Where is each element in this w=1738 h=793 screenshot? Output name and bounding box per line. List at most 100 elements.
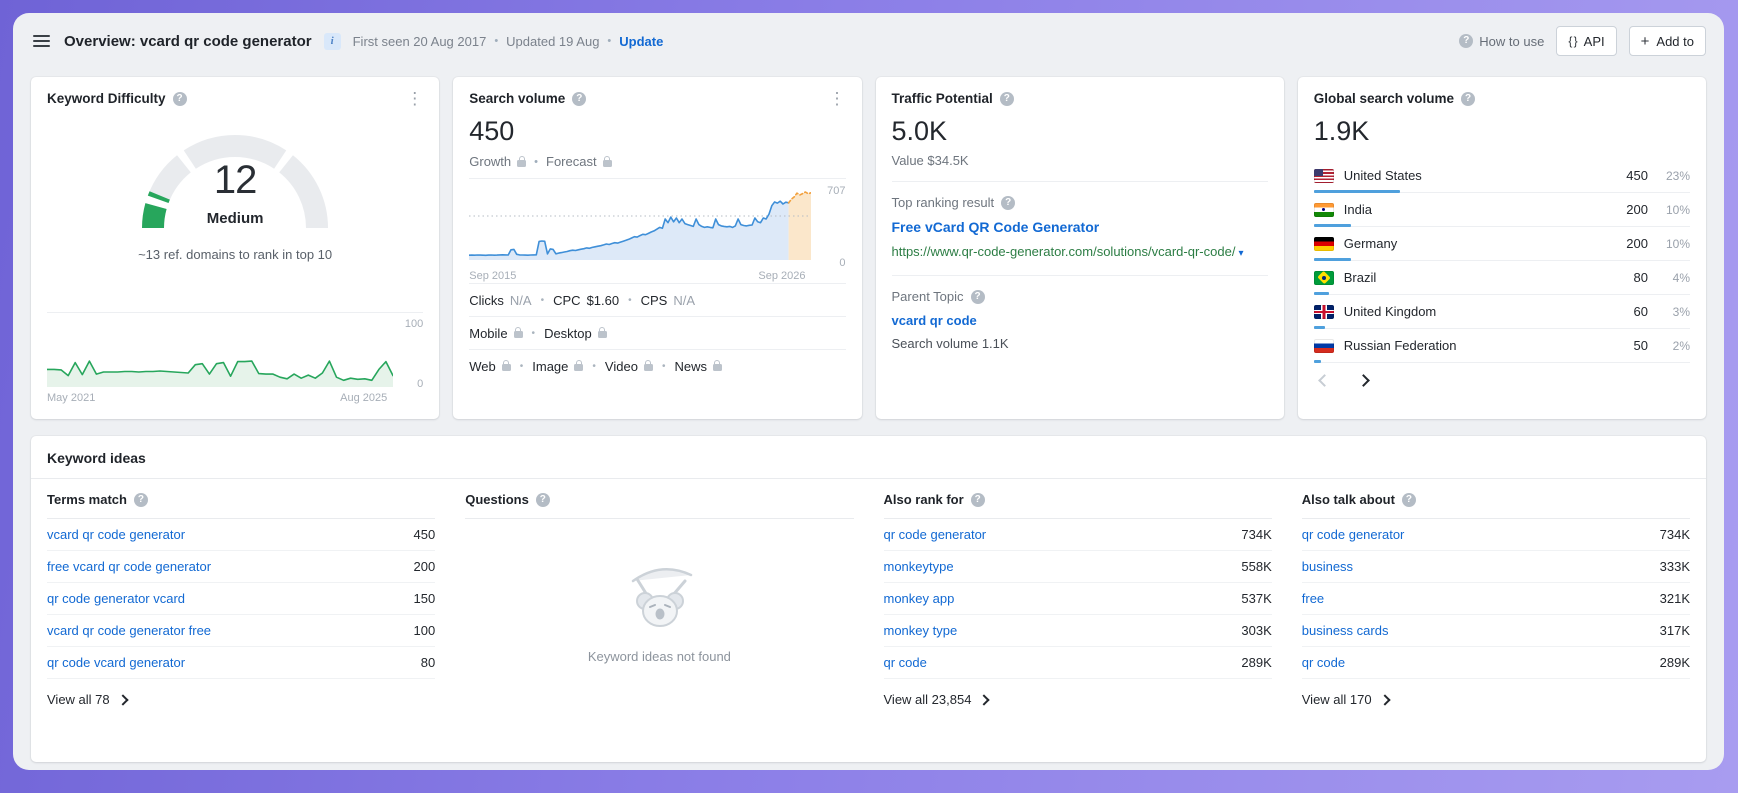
country-name: Germany: [1344, 236, 1397, 251]
add-to-button[interactable]: + Add to: [1629, 26, 1706, 56]
lock-icon: [713, 364, 722, 371]
help-icon[interactable]: ?: [134, 493, 148, 507]
hamburger-menu-icon[interactable]: [31, 31, 52, 51]
search-volume-chart: 707 0 Sep 2015 Sep 2026: [469, 178, 845, 283]
cps-label: CPS: [641, 293, 668, 308]
bullet-separator: •: [520, 361, 524, 372]
keyword-row: monkeytype 558K: [884, 551, 1272, 583]
keyword-link[interactable]: free: [1302, 591, 1324, 606]
y-axis-max: 707: [827, 185, 845, 197]
global-search-volume-value: 1.9K: [1314, 116, 1690, 147]
lock-icon: [517, 160, 526, 167]
card-title-row: Keyword Difficulty ?: [47, 91, 423, 106]
update-link[interactable]: Update: [619, 34, 663, 49]
column-header-label: Also rank for: [884, 492, 964, 507]
country-volume: 200: [1610, 236, 1648, 251]
country-volume: 60: [1610, 304, 1648, 319]
view-all-label: View all 170: [1302, 692, 1372, 707]
parent-topic-link[interactable]: vcard qr code: [892, 313, 1268, 328]
metric-cards-row: Keyword Difficulty ? ⋮ 12 Medium ~13 ref…: [13, 69, 1724, 419]
country-volume: 200: [1610, 202, 1648, 217]
keyword-volume: 80: [421, 655, 435, 670]
column-header-label: Also talk about: [1302, 492, 1395, 507]
country-row: India 200 10%: [1314, 193, 1690, 227]
keyword-link[interactable]: qr code: [1302, 655, 1345, 670]
chevron-right-icon: [979, 694, 990, 705]
help-icon[interactable]: ?: [1461, 92, 1475, 106]
growth-toggle[interactable]: Growth: [469, 154, 526, 169]
keyword-link[interactable]: qr code: [884, 655, 927, 670]
kebab-menu-icon[interactable]: ⋮: [400, 87, 429, 111]
keyword-link[interactable]: business cards: [1302, 623, 1389, 638]
web-label: Web: [469, 359, 496, 374]
country-row: United States 450 23%: [1314, 159, 1690, 193]
keyword-volume: 734K: [1241, 527, 1271, 542]
empty-state-text: Keyword ideas not found: [588, 649, 731, 664]
country-name: India: [1344, 202, 1372, 217]
keyword-link[interactable]: qr code generator vcard: [47, 591, 185, 606]
divider: [892, 181, 1268, 182]
help-icon[interactable]: ?: [971, 290, 985, 304]
chevron-left-icon[interactable]: [1318, 374, 1331, 387]
top-ranking-result-link[interactable]: Free vCard QR Code Generator: [892, 219, 1268, 235]
help-icon[interactable]: ?: [1001, 196, 1015, 210]
cpc-label: CPC: [553, 293, 580, 308]
first-seen-text: First seen 20 Aug 2017: [353, 34, 487, 49]
view-all-link[interactable]: View all 78: [47, 679, 127, 707]
help-icon[interactable]: ?: [173, 92, 187, 106]
kd-history-svg: [47, 329, 393, 387]
help-icon[interactable]: ?: [1000, 92, 1014, 106]
help-icon[interactable]: ?: [1402, 493, 1416, 507]
keyword-link[interactable]: monkeytype: [884, 559, 954, 574]
keyword-link[interactable]: monkey app: [884, 591, 955, 606]
search-volume-svg: [469, 188, 811, 260]
card-title-row: Search volume ?: [469, 91, 845, 106]
x-axis-start: Sep 2015: [469, 270, 516, 282]
question-circle-icon: ?: [1459, 34, 1473, 48]
country-row: Brazil 80 4%: [1314, 261, 1690, 295]
top-ranking-url[interactable]: https://www.qr-code-generator.com/soluti…: [892, 242, 1268, 262]
braces-icon: { }: [1568, 34, 1576, 48]
view-all-link[interactable]: View all 23,854: [884, 679, 989, 707]
country-percent: 10%: [1658, 203, 1690, 217]
updated-text: Updated 19 Aug: [506, 34, 599, 49]
api-button-label: API: [1584, 34, 1605, 49]
help-icon[interactable]: ?: [572, 92, 586, 106]
keyword-link[interactable]: business: [1302, 559, 1353, 574]
keyword-ideas-grid: Terms match ? vcard qr code generator 45…: [31, 479, 1706, 709]
x-axis-start: May 2021: [47, 392, 95, 404]
help-icon[interactable]: ?: [971, 493, 985, 507]
country-name: United Kingdom: [1344, 304, 1437, 319]
bullet-separator: •: [494, 35, 498, 47]
x-axis-end: Aug 2025: [340, 392, 387, 404]
info-icon[interactable]: i: [324, 33, 341, 50]
lock-icon: [502, 364, 511, 371]
forecast-toggle[interactable]: Forecast: [546, 154, 612, 169]
help-icon[interactable]: ?: [536, 493, 550, 507]
keyword-link[interactable]: vcard qr code generator free: [47, 623, 211, 638]
global-search-volume-title: Global search volume: [1314, 91, 1454, 106]
keyword-volume: 150: [414, 591, 436, 606]
keyword-link[interactable]: free vcard qr code generator: [47, 559, 211, 574]
keyword-link[interactable]: vcard qr code generator: [47, 527, 185, 542]
how-to-use-link[interactable]: ? How to use: [1459, 34, 1544, 49]
keyword-link[interactable]: monkey type: [884, 623, 958, 638]
flag-ru-icon: [1314, 339, 1334, 353]
page-title: Overview: vcard qr code generator: [64, 33, 312, 50]
keyword-ideas-title: Keyword ideas: [31, 436, 1706, 479]
keyword-link[interactable]: qr code generator: [884, 527, 987, 542]
url-text: https://www.qr-code-generator.com/soluti…: [892, 244, 1236, 259]
kebab-menu-icon[interactable]: ⋮: [823, 87, 852, 111]
lock-icon: [644, 364, 653, 371]
api-button[interactable]: { } API: [1556, 26, 1616, 56]
chevron-down-icon[interactable]: ▾: [1238, 248, 1243, 259]
chevron-right-icon[interactable]: [1357, 374, 1370, 387]
country-share-bar: [1314, 360, 1322, 363]
bullet-separator: •: [532, 328, 536, 339]
flag-in-icon: [1314, 203, 1334, 217]
keyword-volume: 558K: [1241, 559, 1271, 574]
keyword-link[interactable]: qr code vcard generator: [47, 655, 185, 670]
keyword-link[interactable]: qr code generator: [1302, 527, 1405, 542]
view-all-link[interactable]: View all 170: [1302, 679, 1389, 707]
keyword-ideas-panel: Keyword ideas Terms match ? vcard qr cod…: [31, 436, 1706, 762]
